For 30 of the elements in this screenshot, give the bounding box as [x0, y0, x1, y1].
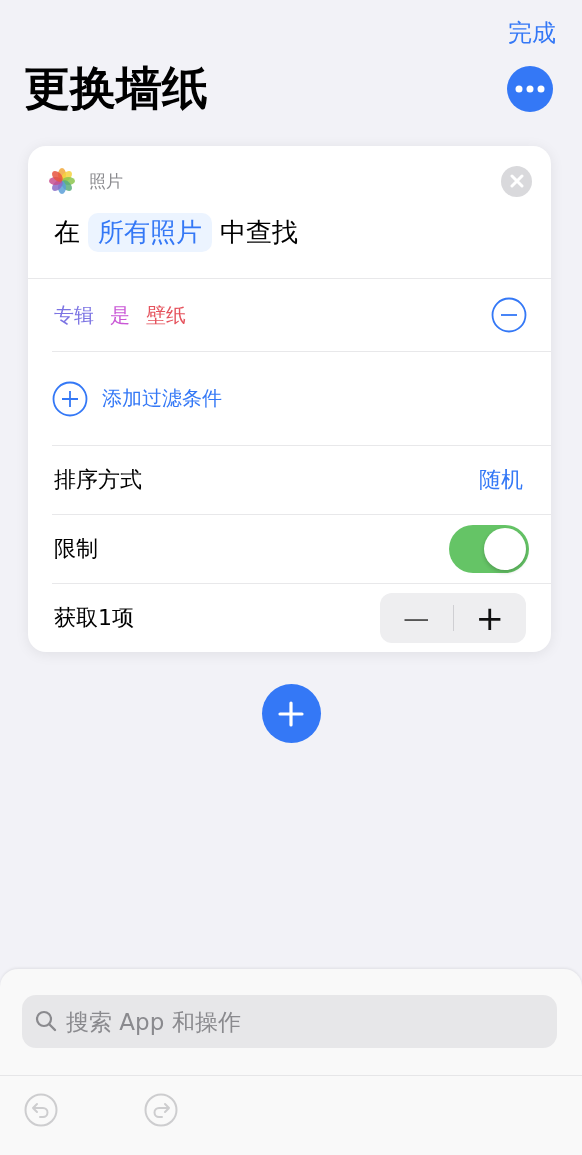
row-label: 获取1项: [54, 604, 134, 632]
redo-icon: [144, 1093, 178, 1127]
decrement-button[interactable]: —: [380, 593, 453, 643]
filter-token[interactable]: 专辑: [54, 301, 94, 329]
ellipsis-icon: [515, 85, 545, 93]
row-label: 限制: [54, 535, 98, 563]
filter-token[interactable]: 壁纸: [146, 301, 186, 329]
more-button[interactable]: [507, 66, 553, 112]
toggle-switch[interactable]: [449, 525, 529, 573]
filter-token[interactable]: 是: [110, 301, 130, 329]
plus-circle-icon: [52, 380, 88, 417]
search-field[interactable]: 搜索 App 和操作: [22, 995, 557, 1048]
search-icon: [34, 1009, 58, 1033]
done-button[interactable]: 完成: [508, 14, 556, 52]
app-name: 照片: [89, 169, 123, 193]
sentence-text: 在: [54, 215, 80, 249]
sentence-text: 中查找: [220, 215, 298, 249]
remove-filter-button[interactable]: [491, 297, 527, 333]
scope-token[interactable]: 所有照片: [88, 212, 212, 252]
page-title: 更换墙纸: [24, 60, 208, 117]
add-filter-button[interactable]: 添加过滤条件: [28, 352, 551, 445]
sort-value[interactable]: 随机: [479, 465, 523, 495]
undo-icon: [24, 1093, 58, 1127]
close-icon: [509, 174, 524, 188]
row-label: 排序方式: [54, 466, 142, 494]
plus-icon: [278, 700, 304, 727]
close-button[interactable]: [501, 165, 532, 197]
increment-button[interactable]: +: [453, 593, 526, 643]
flower-icon: [47, 166, 77, 196]
minus-circle-icon: [491, 297, 527, 333]
